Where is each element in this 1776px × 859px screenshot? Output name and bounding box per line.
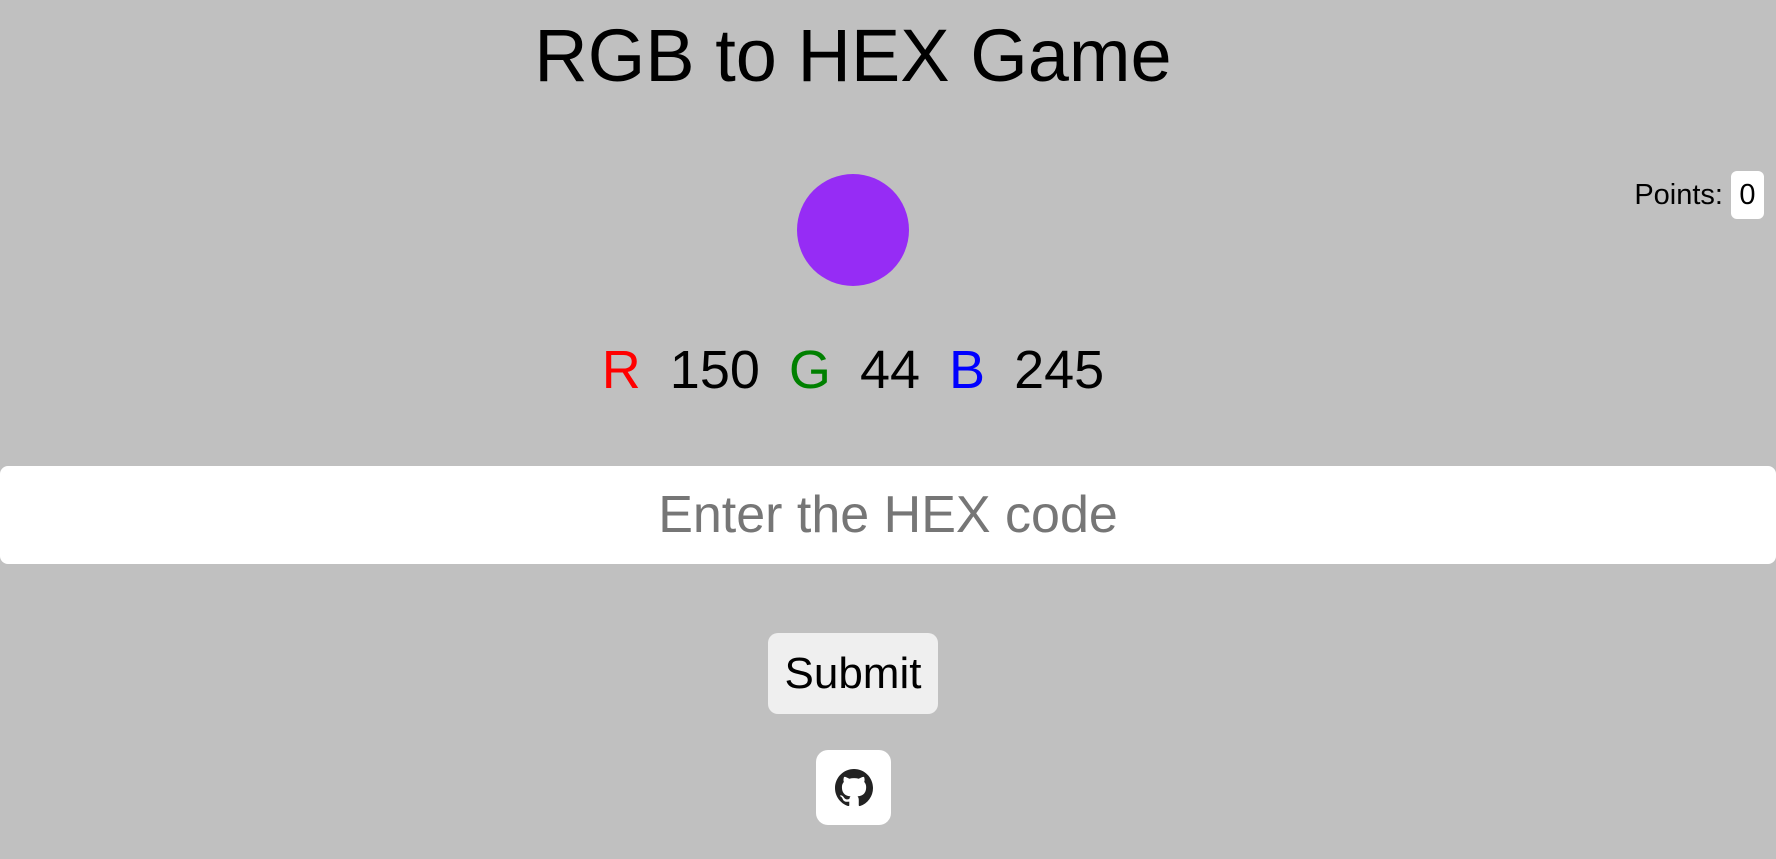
red-value: 150 bbox=[669, 340, 760, 400]
hex-input[interactable] bbox=[0, 466, 1776, 564]
blue-value: 245 bbox=[1014, 340, 1105, 400]
game-page: RGB to HEX Game Points: 0 R 150 G 44 B 2… bbox=[0, 0, 1776, 859]
green-label: G bbox=[788, 340, 831, 400]
blue-label: B bbox=[949, 340, 986, 400]
submit-button[interactable]: Submit bbox=[768, 633, 938, 714]
github-link[interactable] bbox=[816, 750, 891, 825]
github-icon bbox=[834, 768, 873, 806]
red-label: R bbox=[601, 340, 641, 400]
color-swatch bbox=[797, 174, 909, 286]
page-title: RGB to HEX Game bbox=[534, 14, 1172, 97]
points-label: Points: bbox=[1634, 178, 1723, 211]
points-value: 0 bbox=[1731, 171, 1764, 219]
green-value: 44 bbox=[859, 340, 921, 400]
rgb-values: R 150 G 44 B 245 bbox=[0, 338, 1706, 402]
points-display: Points: 0 bbox=[1634, 171, 1764, 219]
